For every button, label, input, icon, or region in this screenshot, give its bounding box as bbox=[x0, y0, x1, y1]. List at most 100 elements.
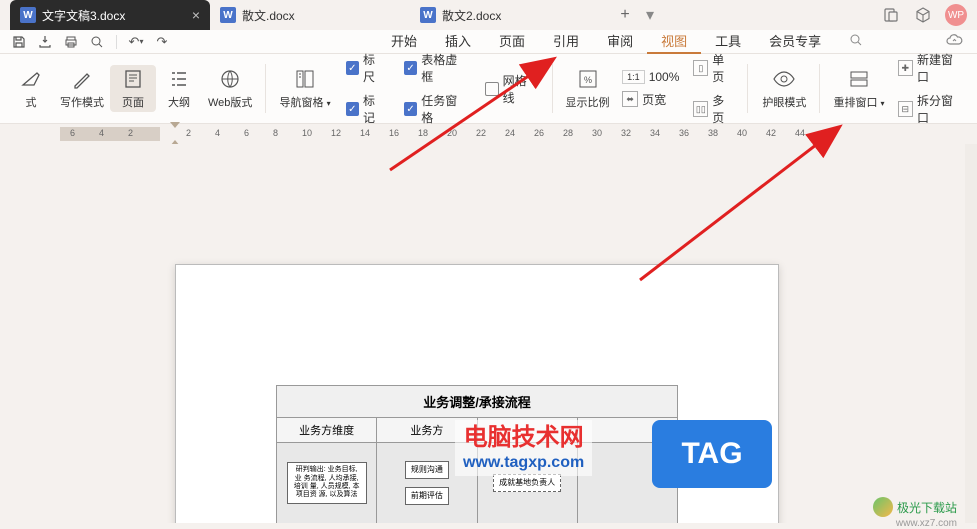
tab-bar: W 文字文稿3.docx × W 散文.docx W 散文2.docx + ▾ … bbox=[0, 0, 977, 30]
rearrange-window-button[interactable]: 重排窗口 ▾ bbox=[828, 65, 889, 112]
reading-mode-icon bbox=[19, 67, 43, 91]
user-avatar[interactable]: WP bbox=[945, 4, 967, 26]
rearrange-window-icon bbox=[847, 67, 871, 91]
save-as-icon[interactable] bbox=[34, 32, 56, 52]
ruler-tick: 10 bbox=[302, 128, 312, 138]
task-pane-checkbox[interactable]: 任务窗格 bbox=[400, 90, 471, 128]
flow-box: 规则沟通 bbox=[405, 461, 449, 479]
ruler-tick: 20 bbox=[447, 128, 457, 138]
ruler-tick: 38 bbox=[708, 128, 718, 138]
nav-pane-icon bbox=[293, 67, 317, 91]
document-tab-1[interactable]: W 文字文稿3.docx × bbox=[10, 0, 210, 30]
ruler-tick: 24 bbox=[505, 128, 515, 138]
menu-review[interactable]: 审阅 bbox=[593, 29, 647, 54]
nav-pane-button[interactable]: 导航窗格 ▾ bbox=[274, 65, 335, 112]
first-line-indent-icon[interactable] bbox=[170, 122, 180, 128]
multi-page-icon: ▯▯ bbox=[693, 101, 708, 117]
page-view-button[interactable]: 页面 bbox=[110, 65, 156, 112]
tab-label: 散文2.docx bbox=[442, 7, 501, 24]
ruler-tick: 6 bbox=[244, 128, 249, 138]
reading-mode-button[interactable]: 式 bbox=[8, 65, 54, 112]
print-preview-icon[interactable] bbox=[86, 32, 108, 52]
svg-text:%: % bbox=[584, 75, 592, 85]
checkbox-on-icon bbox=[346, 102, 359, 116]
search-icon[interactable] bbox=[849, 33, 863, 50]
word-doc-icon: W bbox=[20, 7, 36, 23]
page-width-button[interactable]: ⬌页宽 bbox=[620, 89, 681, 110]
table-outline-checkbox[interactable]: 表格虚框 bbox=[400, 49, 471, 87]
checkbox-on-icon bbox=[404, 102, 417, 116]
ruler-tick: 28 bbox=[563, 128, 573, 138]
word-doc-icon: W bbox=[220, 7, 236, 23]
document-tab-3[interactable]: W 散文2.docx bbox=[410, 0, 610, 30]
cube-icon[interactable] bbox=[913, 5, 933, 25]
ruler-tick: 2 bbox=[186, 128, 191, 138]
new-tab-button[interactable]: + bbox=[610, 0, 640, 30]
menu-member[interactable]: 会员专享 bbox=[755, 29, 835, 54]
tab-menu-icon[interactable]: ▾ bbox=[640, 0, 660, 30]
flow-box: 前期评估 bbox=[405, 487, 449, 505]
single-page-button[interactable]: ▯单页 bbox=[691, 49, 736, 87]
titlebar-right: WP bbox=[881, 0, 977, 30]
watermark-site-badge: 极光下载站 www.xz7.com bbox=[873, 497, 957, 517]
menu-page[interactable]: 页面 bbox=[485, 29, 539, 54]
zoom-button[interactable]: % 显示比例 bbox=[561, 65, 614, 112]
menu-reference[interactable]: 引用 bbox=[539, 29, 593, 54]
print-icon[interactable] bbox=[60, 32, 82, 52]
ruler-checkbox[interactable]: 标尺 bbox=[342, 49, 390, 87]
ruler-tick: 18 bbox=[418, 128, 428, 138]
vertical-scrollbar[interactable] bbox=[965, 144, 977, 523]
ruler-tick: 6 bbox=[70, 128, 75, 138]
multi-page-button[interactable]: ▯▯多页 bbox=[691, 90, 736, 128]
menu-bar: ↶▾ ↷ 开始 插入 页面 引用 审阅 视图 工具 会员专享 bbox=[0, 30, 977, 54]
page-width-icon: ⬌ bbox=[622, 91, 638, 107]
ribbon: 式 写作模式 页面 大纲 Web版式 导航窗格 ▾ 标尺 标记 表格虚框 bbox=[0, 54, 977, 124]
checkbox-on-icon bbox=[346, 61, 359, 75]
horizontal-ruler[interactable]: 6422468101214161820222426283032343638404… bbox=[0, 124, 977, 144]
new-window-button[interactable]: ✚新建窗口 bbox=[896, 49, 965, 87]
watermark-text-1: 电脑技术网 www.tagxp.com bbox=[455, 420, 592, 476]
ruler-tick: 4 bbox=[99, 128, 104, 138]
flow-col-header: 业务方维度 bbox=[277, 418, 377, 442]
web-view-button[interactable]: Web版式 bbox=[202, 65, 258, 112]
page-view-icon bbox=[121, 67, 145, 91]
close-icon[interactable]: × bbox=[192, 7, 200, 23]
word-doc-icon: W bbox=[420, 7, 436, 23]
flow-box: 研判输出: 业务目标, 业 务流程, 人均承接, 培训 量, 人员规模, 本项目… bbox=[287, 462, 367, 504]
ruler-tick: 40 bbox=[737, 128, 747, 138]
ruler-tick: 46 bbox=[824, 128, 834, 138]
ruler-tick: 2 bbox=[128, 128, 133, 138]
ruler-tick: 44 bbox=[795, 128, 805, 138]
mark-checkbox[interactable]: 标记 bbox=[342, 90, 390, 128]
flow-box: 成就基地负责人 bbox=[493, 474, 561, 492]
split-window-button[interactable]: ⊟拆分窗口 bbox=[896, 90, 965, 128]
pencil-icon bbox=[70, 67, 94, 91]
ruler-tick: 34 bbox=[650, 128, 660, 138]
checkbox-off-icon bbox=[485, 82, 498, 96]
redo-icon[interactable]: ↷ bbox=[151, 32, 173, 52]
ruler-tick: 32 bbox=[621, 128, 631, 138]
write-mode-button[interactable]: 写作模式 bbox=[54, 65, 110, 112]
site-logo-icon bbox=[873, 497, 893, 517]
eye-icon bbox=[772, 67, 796, 91]
ruler-tick: 22 bbox=[476, 128, 486, 138]
ruler-tick: 4 bbox=[215, 128, 220, 138]
ruler-tick: 36 bbox=[679, 128, 689, 138]
flowchart-title: 业务调整/承接流程 bbox=[277, 386, 677, 418]
undo-icon[interactable]: ↶▾ bbox=[125, 32, 147, 52]
save-icon[interactable] bbox=[8, 32, 30, 52]
ruler-tick: 12 bbox=[331, 128, 341, 138]
web-view-icon bbox=[218, 67, 242, 91]
tab-label: 文字文稿3.docx bbox=[42, 7, 125, 24]
ruler-tick: 26 bbox=[534, 128, 544, 138]
gridlines-checkbox[interactable]: 网格线 bbox=[481, 70, 541, 108]
single-page-icon: ▯ bbox=[693, 60, 708, 76]
outline-view-button[interactable]: 大纲 bbox=[156, 65, 202, 112]
device-icon[interactable] bbox=[881, 5, 901, 25]
document-tab-2[interactable]: W 散文.docx bbox=[210, 0, 410, 30]
ruler-tick: 8 bbox=[273, 128, 278, 138]
ruler-tick: 42 bbox=[766, 128, 776, 138]
eye-protect-button[interactable]: 护眼模式 bbox=[756, 65, 812, 112]
zoom-100-button[interactable]: 1:1100% bbox=[620, 68, 681, 86]
ruler-tick: 14 bbox=[360, 128, 370, 138]
